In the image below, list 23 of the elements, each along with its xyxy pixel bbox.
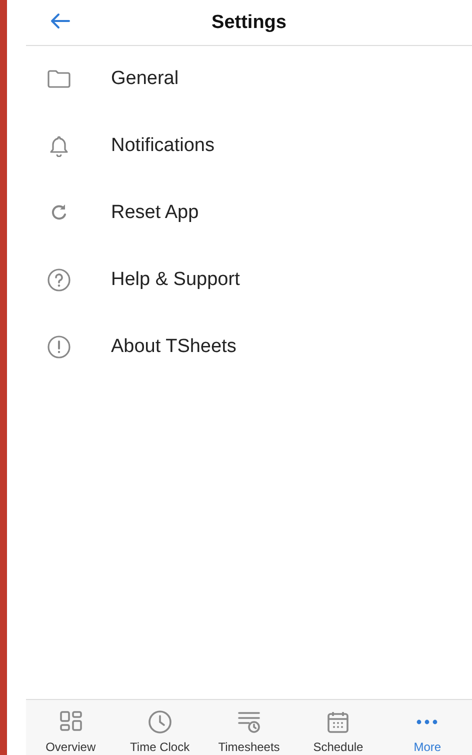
- grid-icon: [58, 710, 83, 734]
- tab[interactable]: Timesheets: [204, 700, 294, 755]
- refresh-icon: [49, 202, 69, 222]
- screen-title: Settings: [212, 12, 286, 34]
- settings-item[interactable]: Notifications: [26, 112, 472, 179]
- settings-item[interactable]: General: [26, 46, 472, 112]
- tab[interactable]: Time Clock: [115, 700, 204, 755]
- back-button[interactable]: [48, 11, 72, 31]
- settings-item[interactable]: Reset App: [26, 179, 472, 246]
- list-clock-icon: [237, 710, 261, 734]
- tab[interactable]: More: [382, 700, 472, 755]
- calendar-icon: [326, 710, 350, 734]
- back-arrow-icon: [50, 13, 70, 29]
- exclamation-circle-icon: [47, 334, 71, 358]
- bell-icon: [49, 134, 69, 156]
- more-icon: [416, 719, 438, 725]
- tab[interactable]: Schedule: [294, 700, 383, 755]
- settings-item[interactable]: Help & Support: [26, 246, 472, 313]
- tab[interactable]: Overview: [26, 700, 116, 755]
- help-icon: [47, 268, 71, 292]
- clock-icon: [148, 710, 172, 734]
- folder-icon: [47, 69, 71, 89]
- settings-item[interactable]: About TSheets: [26, 313, 472, 380]
